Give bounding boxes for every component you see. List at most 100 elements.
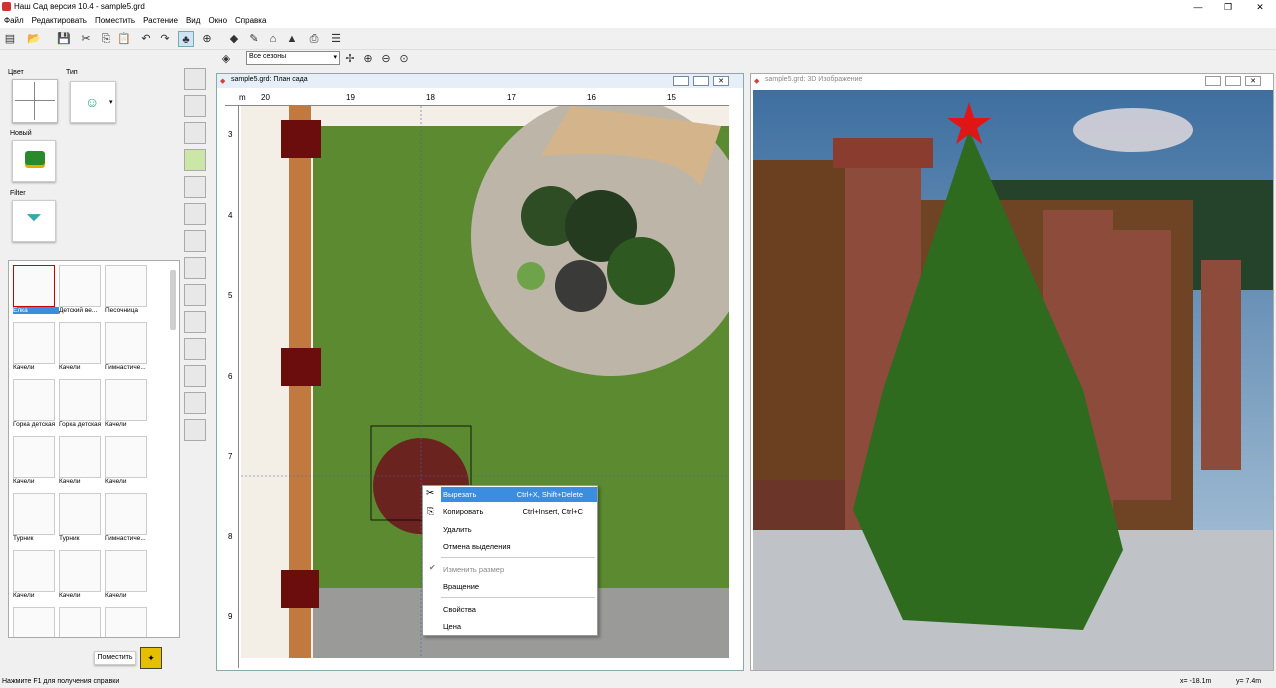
library-item[interactable]: Горка детская	[13, 379, 57, 436]
library-item[interactable]: Качели	[105, 379, 149, 436]
library-item-label: Гимнастиче...	[105, 535, 146, 542]
menu-edit[interactable]: Редактировать	[28, 14, 91, 27]
paint-icon[interactable]: ◆	[226, 31, 242, 47]
plan-close-button[interactable]: ✕	[713, 76, 729, 86]
library-item[interactable]: Качели	[13, 436, 57, 493]
grid-icon[interactable]: ⊕	[199, 31, 215, 47]
copy-icon[interactable]: ⎘	[98, 31, 114, 47]
tools-icon[interactable]: ✢	[342, 51, 358, 67]
house-tool-icon[interactable]	[184, 95, 206, 117]
library-item[interactable]: Горка детская	[59, 379, 103, 436]
library-item[interactable]: Качели	[59, 550, 103, 607]
house-icon[interactable]: ⌂	[265, 31, 281, 47]
menu-help[interactable]: Справка	[231, 14, 270, 27]
library-item[interactable]	[105, 607, 149, 637]
menu-place[interactable]: Поместить	[91, 14, 139, 27]
ruler-top-label: 20	[261, 93, 270, 102]
type-selector-button[interactable]: ☺ ▾	[70, 81, 116, 123]
menu-plant[interactable]: Растение	[139, 14, 182, 27]
library-item[interactable]: Песочница	[105, 265, 149, 322]
pond-tool-icon[interactable]	[184, 257, 206, 279]
filter-button[interactable]: ⏷	[12, 200, 56, 242]
menu-item-properties[interactable]: Свойства	[443, 603, 593, 616]
library-thumbnail	[13, 436, 55, 478]
wall-tool-icon[interactable]	[184, 311, 206, 333]
menu-item-rotate[interactable]: Вращение	[443, 580, 593, 593]
stairs-tool-icon[interactable]	[184, 392, 206, 414]
open-folder-icon[interactable]: 📂	[26, 31, 42, 47]
paste-icon[interactable]: 📋	[116, 31, 132, 47]
delete-label: Удалить	[443, 525, 472, 534]
library-thumbnail	[105, 436, 147, 478]
scissors-tool-icon[interactable]	[184, 365, 206, 387]
library-item[interactable]: Качели	[105, 436, 149, 493]
color-picker-button[interactable]	[12, 79, 58, 123]
library-item[interactable]: Качели	[13, 550, 57, 607]
redo-icon[interactable]: ↷	[157, 31, 173, 47]
zoom-fit-icon[interactable]: ⊙	[396, 51, 412, 67]
ruler-left-label: 3	[228, 130, 233, 139]
library-item[interactable]: Качели	[13, 322, 57, 379]
zoom-out-icon[interactable]: ⊖	[378, 51, 394, 67]
view3d-close-button[interactable]: ✕	[1245, 76, 1261, 86]
new-file-icon[interactable]: ▤	[2, 31, 18, 47]
cut-icon[interactable]: ✂	[78, 31, 94, 47]
library-item[interactable]: Детский ве...	[59, 265, 103, 322]
library-item[interactable]	[59, 607, 103, 637]
undo-icon[interactable]: ↶	[138, 31, 154, 47]
grid-tool-icon[interactable]	[184, 419, 206, 441]
ruler-left-label: 9	[228, 612, 233, 621]
garden-bed-tool-icon[interactable]	[184, 149, 206, 171]
new-object-button[interactable]	[12, 140, 56, 182]
menu-item-price[interactable]: Цена	[443, 620, 593, 633]
menu-item-cut[interactable]: Вырезать Ctrl+X, Shift+Delete	[443, 488, 593, 501]
close-button[interactable]: ✕	[1248, 0, 1272, 14]
menu-item-deselect[interactable]: Отмена выделения	[443, 540, 593, 553]
list-icon[interactable]: ☰	[328, 31, 344, 47]
edit-icon[interactable]: ✎	[246, 31, 262, 47]
library-item[interactable]: Ёлка	[13, 265, 59, 322]
path-tool-icon[interactable]	[184, 284, 206, 306]
menu-item-delete[interactable]: Удалить	[443, 523, 593, 536]
fence-tool-icon[interactable]	[184, 122, 206, 144]
menu-file[interactable]: Файл	[0, 14, 28, 27]
bush-tool-icon[interactable]	[184, 176, 206, 198]
column-tool-icon[interactable]	[184, 338, 206, 360]
place-button[interactable]: Поместить	[94, 651, 136, 665]
pillar-plan	[281, 120, 321, 158]
library-item[interactable]: Гимнастиче...	[105, 322, 149, 379]
menu-view[interactable]: Вид	[182, 14, 204, 27]
3d-scene[interactable]	[753, 90, 1273, 670]
plant-tool-icon[interactable]: ♣	[178, 31, 194, 47]
library-item[interactable]	[13, 607, 57, 637]
view3d-minimize-button[interactable]	[1205, 76, 1221, 86]
library-item[interactable]: Турник	[13, 493, 57, 550]
maximize-button[interactable]: ❐	[1216, 0, 1240, 14]
ruler-tool-icon[interactable]	[184, 68, 206, 90]
library-item[interactable]: Качели	[105, 550, 149, 607]
ruler-left-label: 6	[228, 372, 233, 381]
flower-tool-icon[interactable]	[184, 203, 206, 225]
sign-icon[interactable]: ✦	[140, 647, 162, 669]
resize-label: Изменить размер	[443, 565, 505, 574]
zoom-in-icon[interactable]: ⊕	[360, 51, 376, 67]
view3d-maximize-button[interactable]	[1225, 76, 1241, 86]
library-scrollbar[interactable]	[170, 270, 176, 330]
plan-maximize-button[interactable]	[693, 76, 709, 86]
season-select[interactable]: Все сезоны ▾	[246, 51, 340, 65]
menu-window[interactable]: Окно	[204, 14, 231, 27]
menu-bar: Файл Редактировать Поместить Растение Вид Окн…	[0, 14, 1276, 28]
stone-tool-icon[interactable]	[184, 230, 206, 252]
save-icon[interactable]: 💾	[56, 31, 72, 47]
library-item[interactable]: Гимнастиче...	[105, 493, 149, 550]
minimize-button[interactable]: —	[1186, 0, 1210, 14]
tree-tool-icon[interactable]: ▲	[284, 31, 300, 47]
library-item[interactable]: Качели	[59, 436, 103, 493]
library-item[interactable]: Качели	[59, 322, 103, 379]
plan-minimize-button[interactable]	[673, 76, 689, 86]
menu-item-copy[interactable]: Копировать Ctrl+Insert, Ctrl+C	[443, 505, 593, 518]
ruler-left-label: 5	[228, 291, 233, 300]
print-icon[interactable]: ⎙	[306, 31, 322, 47]
layers-icon[interactable]: ◈	[218, 51, 234, 67]
library-item[interactable]: Турник	[59, 493, 103, 550]
